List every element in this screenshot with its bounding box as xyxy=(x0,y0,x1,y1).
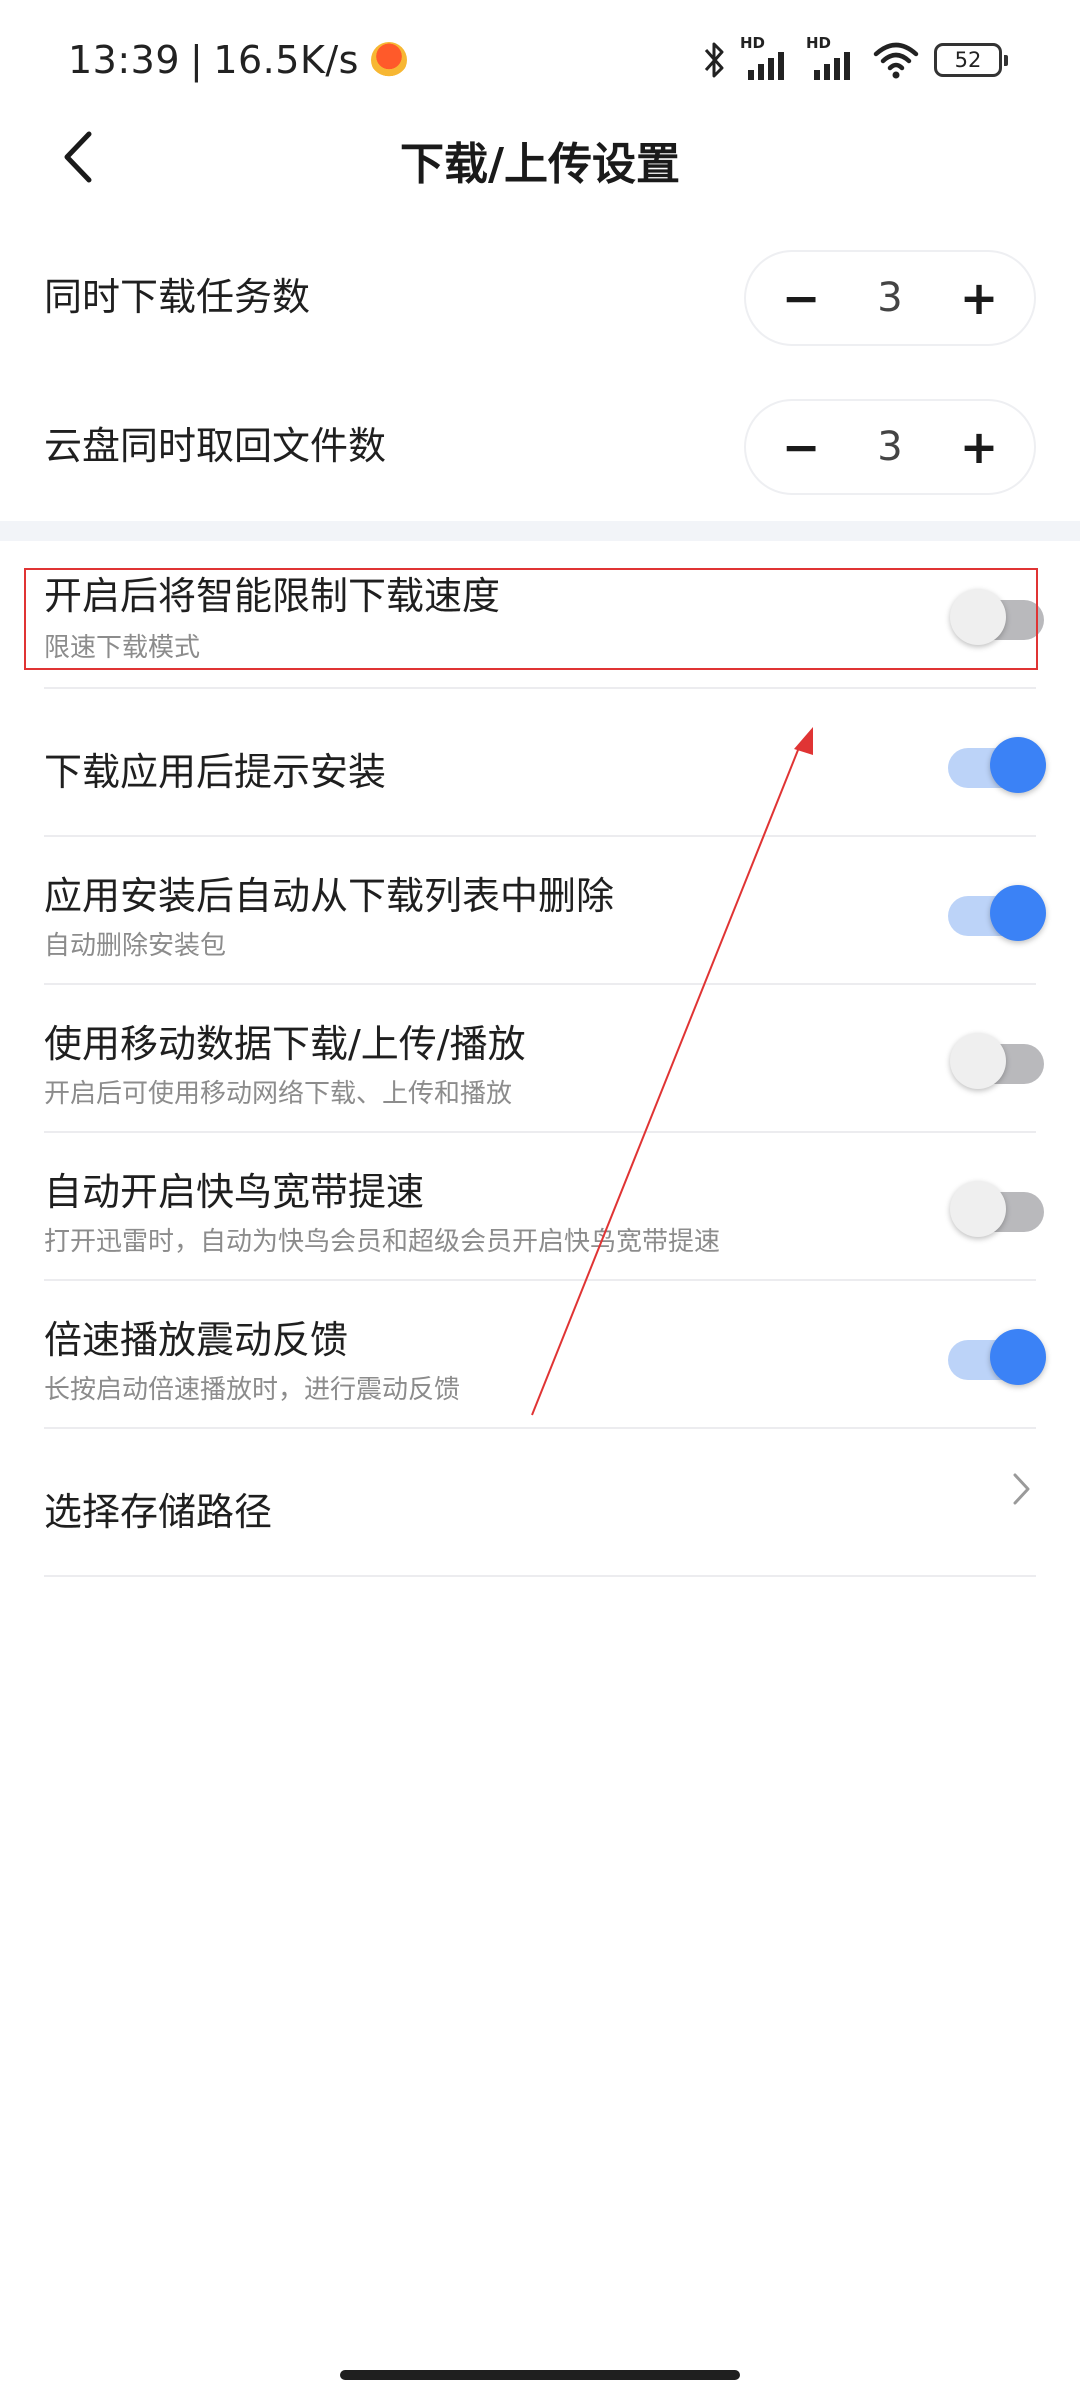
sim1-hd-label: HD xyxy=(740,34,766,52)
mobile-data-row[interactable]: 使用移动数据下载/上传/播放 开启后可使用移动网络下载、上传和播放 xyxy=(0,985,1080,1133)
download-tasks-label: 同时下载任务数 xyxy=(44,275,311,319)
install-prompt-row[interactable]: 下载应用后提示安装 xyxy=(0,689,1080,837)
cloud-retrieve-stepper: − 3 + xyxy=(744,399,1036,495)
setting-subtitle: 打开迅雷时，自动为快鸟会员和超级会员开启快鸟宽带提速 xyxy=(44,1227,721,1257)
cloud-retrieve-label: 云盘同时取回文件数 xyxy=(44,424,387,468)
storage-path-label: 选择存储路径 xyxy=(44,1490,273,1534)
auto-delete-row[interactable]: 应用安装后自动从下载列表中删除 自动删除安装包 xyxy=(0,837,1080,985)
cloud-retrieve-row: 云盘同时取回文件数 − 3 + xyxy=(0,391,1080,501)
sim2-hd-label: HD xyxy=(806,34,832,52)
battery-icon: 52 xyxy=(934,43,1008,77)
setting-title: 下载应用后提示安装 xyxy=(44,750,387,794)
status-left: 13:39 | 16.5K/s xyxy=(68,30,407,90)
setting-subtitle: 自动删除安装包 xyxy=(44,931,227,961)
setting-subtitle: 开启后可使用移动网络下载、上传和播放 xyxy=(44,1079,513,1109)
wifi-icon xyxy=(873,42,919,79)
status-right: HD HD 52 xyxy=(702,34,1008,86)
decrement-button[interactable]: − xyxy=(776,273,826,323)
setting-title: 自动开启快鸟宽带提速 xyxy=(44,1170,425,1214)
setting-title: 开启后将智能限制下载速度 xyxy=(44,574,501,618)
vibration-feedback-toggle[interactable] xyxy=(940,1321,1050,1391)
status-separator: | xyxy=(190,38,204,82)
page-title: 下载/上传设置 xyxy=(399,139,681,190)
battery-level: 52 xyxy=(954,48,982,72)
download-tasks-stepper: − 3 + xyxy=(744,250,1036,346)
broadband-boost-row[interactable]: 自动开启快鸟宽带提速 打开迅雷时，自动为快鸟会员和超级会员开启快鸟宽带提速 xyxy=(0,1133,1080,1281)
stepper-value: 3 xyxy=(877,275,903,321)
vibration-feedback-row[interactable]: 倍速播放震动反馈 长按启动倍速播放时，进行震动反馈 xyxy=(0,1281,1080,1429)
broadband-boost-toggle[interactable] xyxy=(940,1173,1050,1243)
speed-limit-toggle[interactable] xyxy=(940,581,1050,651)
chevron-right-icon xyxy=(1013,1473,1030,1505)
signal-icon: HD xyxy=(806,34,858,82)
setting-subtitle: 长按启动倍速播放时，进行震动反馈 xyxy=(44,1375,461,1405)
install-prompt-toggle[interactable] xyxy=(940,729,1050,799)
decrement-button[interactable]: − xyxy=(776,422,826,472)
mobile-data-toggle[interactable] xyxy=(940,1025,1050,1095)
bluetooth-icon xyxy=(704,42,724,78)
speed-limit-row[interactable]: 开启后将智能限制下载速度 限速下载模式 xyxy=(0,541,1080,689)
setting-title: 应用安装后自动从下载列表中删除 xyxy=(44,874,615,918)
setting-title: 使用移动数据下载/上传/播放 xyxy=(44,1022,526,1066)
setting-title: 倍速播放震动反馈 xyxy=(44,1318,349,1362)
storage-path-row[interactable]: 选择存储路径 xyxy=(0,1429,1080,1577)
section-divider xyxy=(0,521,1080,541)
network-speed: 16.5K/s xyxy=(213,38,359,82)
signal-icon: HD xyxy=(740,34,792,82)
stepper-value: 3 xyxy=(877,424,903,470)
setting-subtitle: 限速下载模式 xyxy=(44,633,201,663)
home-indicator[interactable] xyxy=(340,2370,740,2380)
header: 下载/上传设置 xyxy=(0,120,1080,194)
download-tasks-row: 同时下载任务数 − 3 + xyxy=(0,242,1080,352)
auto-delete-toggle[interactable] xyxy=(940,877,1050,947)
status-time: 13:39 xyxy=(68,38,181,82)
notification-app-icon xyxy=(370,42,407,78)
increment-button[interactable]: + xyxy=(954,422,1004,472)
status-bar: 13:39 | 16.5K/s HD HD 52 xyxy=(0,0,1080,120)
increment-button[interactable]: + xyxy=(954,273,1004,323)
